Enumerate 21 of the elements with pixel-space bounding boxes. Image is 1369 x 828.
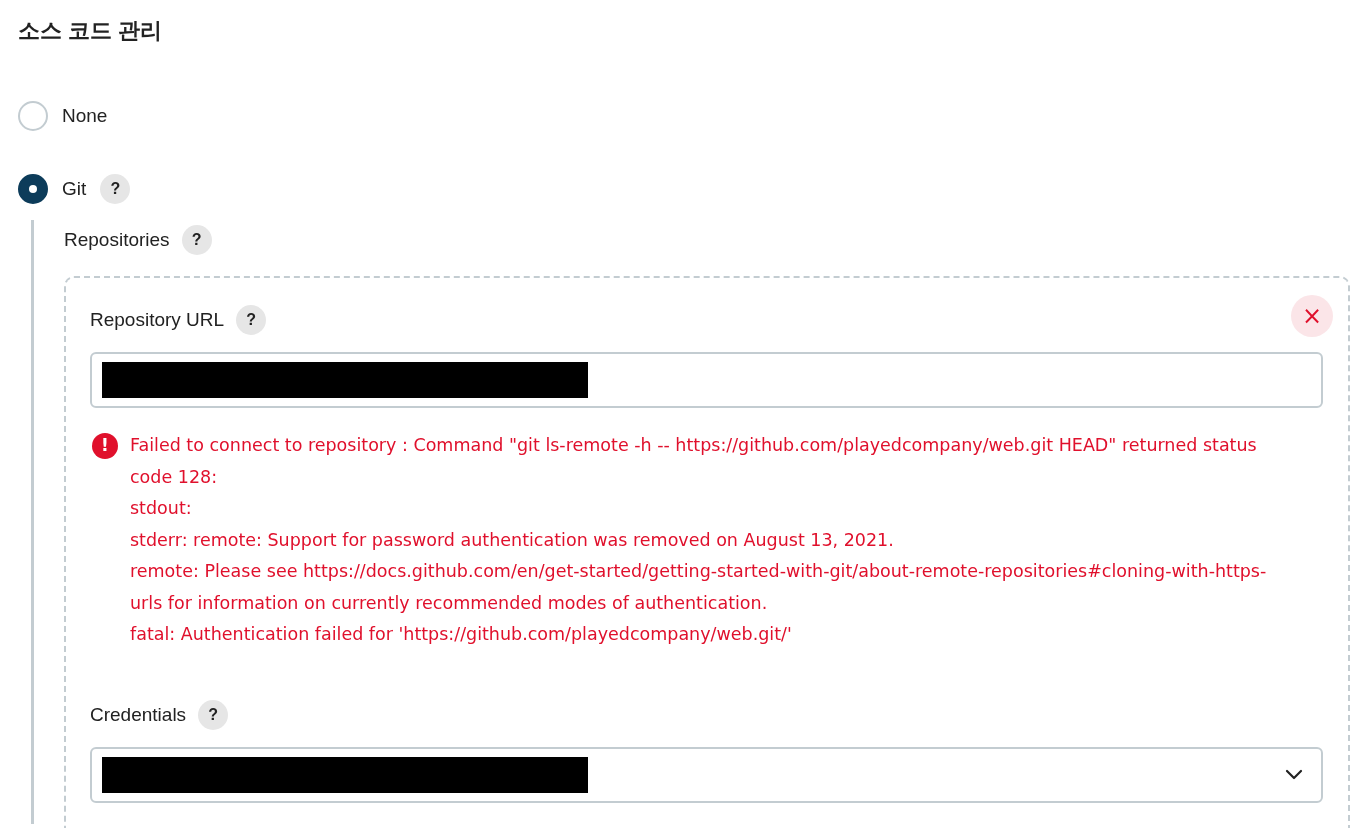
help-icon[interactable]: ? <box>198 699 229 730</box>
field-label: Credentials <box>90 703 187 726</box>
close-button[interactable]: × <box>1291 295 1333 337</box>
error-message: remote: Please see https://docs.github.com/en/get-started/getting-started-with-git/about-remote-repositories#cloning-with-https-urls for information on currently recommended modes of authentication. <box>130 560 1268 615</box>
help-icon[interactable]: ? <box>236 305 267 335</box>
radio-button[interactable] <box>18 174 48 204</box>
error-message: Failed to connect to repository : Command "git ls-remote -h -- https://github.com/playedcompany/web.git HEAD" returned status code 128: <box>130 434 1258 489</box>
input-field[interactable] <box>90 352 1323 408</box>
help-icon[interactable]: ? <box>100 174 131 204</box>
error-icon: ! <box>92 433 118 459</box>
field-label: Repository URL <box>90 309 225 331</box>
option-label: None <box>62 105 108 127</box>
error-message: fatal: Authentication failed for 'https://github.com/playedcompany/web.git/' <box>130 623 793 646</box>
error-message: stdout: <box>130 497 193 520</box>
error-message: stderr: remote: Support for password authentication was removed on August 13, 2021. <box>130 528 895 552</box>
chevron-down-icon <box>1285 769 1303 780</box>
section-heading: 소스 코드 관리 <box>18 17 163 45</box>
option-label: Git <box>62 178 87 200</box>
field-label: Repositories <box>64 229 170 251</box>
help-icon[interactable]: ? <box>181 225 212 255</box>
credentials-dropdown[interactable] <box>90 746 1323 803</box>
